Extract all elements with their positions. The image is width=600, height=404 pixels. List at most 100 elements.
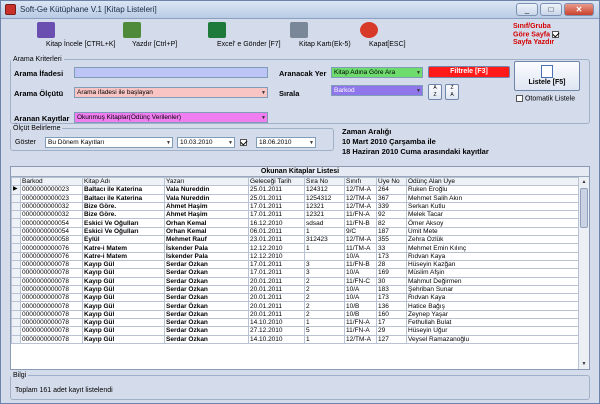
table-cell: Eskici Ve Oğulları — [82, 226, 165, 237]
table-cell: Şehriban Sunar — [406, 284, 579, 295]
table-row[interactable]: 0000000000032 Bize Göre. Ahmet Haşim 17.01.… — [11, 210, 579, 220]
table-cell: 12321 — [304, 210, 345, 220]
table-row[interactable]: 0000000000078 Kayıp Gül Serdar Özkan 14.10.… — [11, 318, 579, 328]
inspect-book-button[interactable]: Kitap İncele [CTRL+K] — [7, 22, 115, 48]
row-indicator — [11, 259, 21, 270]
table-cell: 11/FN-A — [344, 318, 377, 328]
book-card-button[interactable]: Kitap Kartı(Ek-5) — [269, 22, 351, 48]
table-row[interactable]: ▶ 0000000000023 Baltacı ile Katerina Vala N… — [11, 185, 579, 195]
table-cell: Kayıp Gül — [82, 268, 165, 278]
table-row[interactable]: 0000000000078 Kayıp Gül Serdar Özkan 20.01.… — [11, 301, 579, 311]
sort-select[interactable]: Barkod — [331, 85, 423, 96]
table-cell: 0000000000023 — [20, 193, 83, 203]
table-cell: İskender Pala — [164, 243, 249, 253]
column-header[interactable]: Kitap Adı — [82, 176, 165, 187]
close-window-button[interactable]: ✕ — [564, 3, 594, 16]
search-criteria-select[interactable]: Arama ifadesi ile başlayan — [74, 87, 268, 98]
table-cell: 17.01.2011 — [248, 201, 305, 212]
sort-descending-button[interactable]: ZA — [445, 84, 459, 100]
table-cell: 0000000000032 — [20, 210, 83, 220]
table-cell: 17.01.2011 — [248, 210, 305, 220]
row-indicator — [11, 210, 21, 220]
table-row[interactable]: 0000000000078 Kayıp Gül Serdar Özkan 20.01.… — [11, 309, 579, 320]
end-date-input[interactable]: 18.06.2010 — [256, 137, 316, 148]
list-button[interactable]: Listele [F5] — [514, 61, 580, 91]
table-cell: 82 — [376, 218, 407, 228]
table-row[interactable]: 0000000000078 Kayıp Gül Serdar Özkan 14.10.… — [11, 334, 579, 344]
row-indicator — [11, 235, 21, 245]
column-header[interactable]: Sıra No — [304, 176, 345, 187]
table-row[interactable]: 0000000000058 Eylül Mehmet Rauf 23.01.2011 3… — [11, 235, 579, 245]
table-row[interactable]: 0000000000078 Kayıp Gül Serdar Özkan 27.12.… — [11, 326, 579, 336]
table-cell: 14.10.2010 — [248, 334, 305, 344]
table-row[interactable]: 0000000000076 Katre-i Matem İskender Pala 1… — [11, 243, 579, 253]
table-cell: 136 — [376, 301, 407, 311]
table-row[interactable]: 0000000000032 Bize Göre. Ahmet Haşim 17.01.… — [11, 201, 579, 212]
grid-scrollbar[interactable]: ▲ ▼ — [578, 177, 589, 369]
table-cell: 5 — [304, 326, 345, 336]
table-row[interactable]: 0000000000078 Kayıp Gül Serdar Özkan 20.01.… — [11, 293, 579, 303]
table-cell: 173 — [376, 293, 407, 303]
books-type-label: Aranan Kayıtlar — [14, 114, 70, 123]
title-bar[interactable]: Soft-Ge Kütüphane V.1 [Kitap Listeleri] … — [1, 1, 599, 19]
sort-ascending-button[interactable]: AZ — [428, 84, 442, 100]
table-cell: Rıdvan Kaya — [406, 293, 579, 303]
sort-az-icon: AZ — [433, 85, 437, 98]
table-row[interactable]: 0000000000054 Eskici Ve Oğulları Orhan Kem… — [11, 226, 579, 237]
auto-list-option[interactable]: Otomatik Listele — [516, 95, 575, 102]
start-date-input[interactable]: 10.03.2010 — [177, 137, 235, 148]
table-row[interactable]: 0000000000078 Kayıp Gül Serdar Özkan 20.01.… — [11, 284, 579, 295]
table-cell: Ahmet Haşim — [164, 201, 249, 212]
status-text: Toplam 161 adet kayıt listelendi — [15, 387, 113, 394]
table-cell: Kayıp Gül — [82, 276, 165, 286]
table-row[interactable]: 0000000000078 Kayıp Gül Serdar Özkan 17.01.… — [11, 268, 579, 278]
group-print-option[interactable]: Sınıf/Gruba Göre Sayfa Sayfa Yazdır — [513, 23, 559, 47]
table-row[interactable]: 0000000000078 Kayıp Gül Serdar Özkan 20.01.… — [11, 276, 579, 286]
column-header[interactable]: Geleceği Tarih — [248, 176, 305, 187]
table-cell: Baltacı ile Katerina — [82, 185, 165, 195]
close-button[interactable]: Kapat[ESC] — [345, 22, 406, 48]
end-date-checkbox[interactable] — [240, 139, 247, 146]
books-type-select[interactable]: Okunmuş Kitaplar(Ödünç Verilenler) — [74, 112, 268, 123]
table-cell: 12/TM-A — [344, 201, 377, 212]
column-header[interactable]: Ödünç Alan Üye — [406, 176, 579, 187]
search-field-label: Aranacak Yer — [279, 69, 327, 78]
period-select[interactable]: Bu Dönem Kayıtları — [45, 137, 173, 148]
search-field-select[interactable]: Kitap Adına Göre Ara — [331, 67, 423, 78]
table-cell: Serdar Özkan — [164, 334, 249, 344]
window-title: Soft-Ge Kütüphane V.1 [Kitap Listeleri] — [20, 5, 157, 14]
table-cell: 9/C — [344, 226, 377, 237]
auto-list-checkbox[interactable] — [516, 95, 523, 102]
table-cell: 10/A — [344, 268, 377, 278]
filter-button[interactable]: Filtrele [F3] — [428, 66, 510, 78]
table-cell: 29 — [376, 326, 407, 336]
column-header[interactable]: Sınıfı — [344, 176, 377, 187]
column-header[interactable]: Üye No — [376, 176, 407, 187]
print-button[interactable]: Yazdır [Ctrl+P] — [101, 22, 177, 48]
sort-za-icon: ZA — [450, 85, 454, 98]
column-header[interactable]: Yazarı — [164, 176, 249, 187]
minimize-button[interactable]: _ — [516, 3, 538, 16]
table-row[interactable]: 0000000000078 Kayıp Gül Serdar Özkan 17.01.… — [11, 259, 579, 270]
column-header[interactable]: Barkod — [20, 176, 83, 187]
table-cell: Mehmet Emin Kılınç — [406, 243, 579, 253]
scroll-down-icon[interactable]: ▼ — [579, 359, 589, 369]
row-indicator — [11, 318, 21, 328]
table-cell: Mahmut Değirmen — [406, 276, 579, 286]
table-cell: Zehra Özlük — [406, 235, 579, 245]
maximize-button[interactable]: □ — [540, 3, 562, 16]
table-row[interactable]: 0000000000076 Katre-i Matem İskender Pala 1… — [11, 251, 579, 261]
group-print-checkbox[interactable] — [551, 31, 559, 38]
scroll-up-icon[interactable]: ▲ — [579, 177, 589, 187]
table-cell: 339 — [376, 201, 407, 212]
scroll-thumb[interactable] — [580, 188, 588, 228]
row-indicator — [11, 201, 21, 212]
search-expression-input[interactable] — [74, 67, 268, 78]
table-row[interactable]: 0000000000023 Baltacı ile Katerina Vala Nu… — [11, 193, 579, 203]
table-cell: 0000000000076 — [20, 251, 83, 261]
table-cell: 2 — [304, 284, 345, 295]
row-indicator — [11, 301, 21, 311]
table-row[interactable]: 0000000000054 Eskici Ve Oğulları Orhan Kem… — [11, 218, 579, 228]
table-cell: Serdar Özkan — [164, 293, 249, 303]
excel-export-button[interactable]: Excel' e Gönder [F7] — [179, 22, 281, 48]
